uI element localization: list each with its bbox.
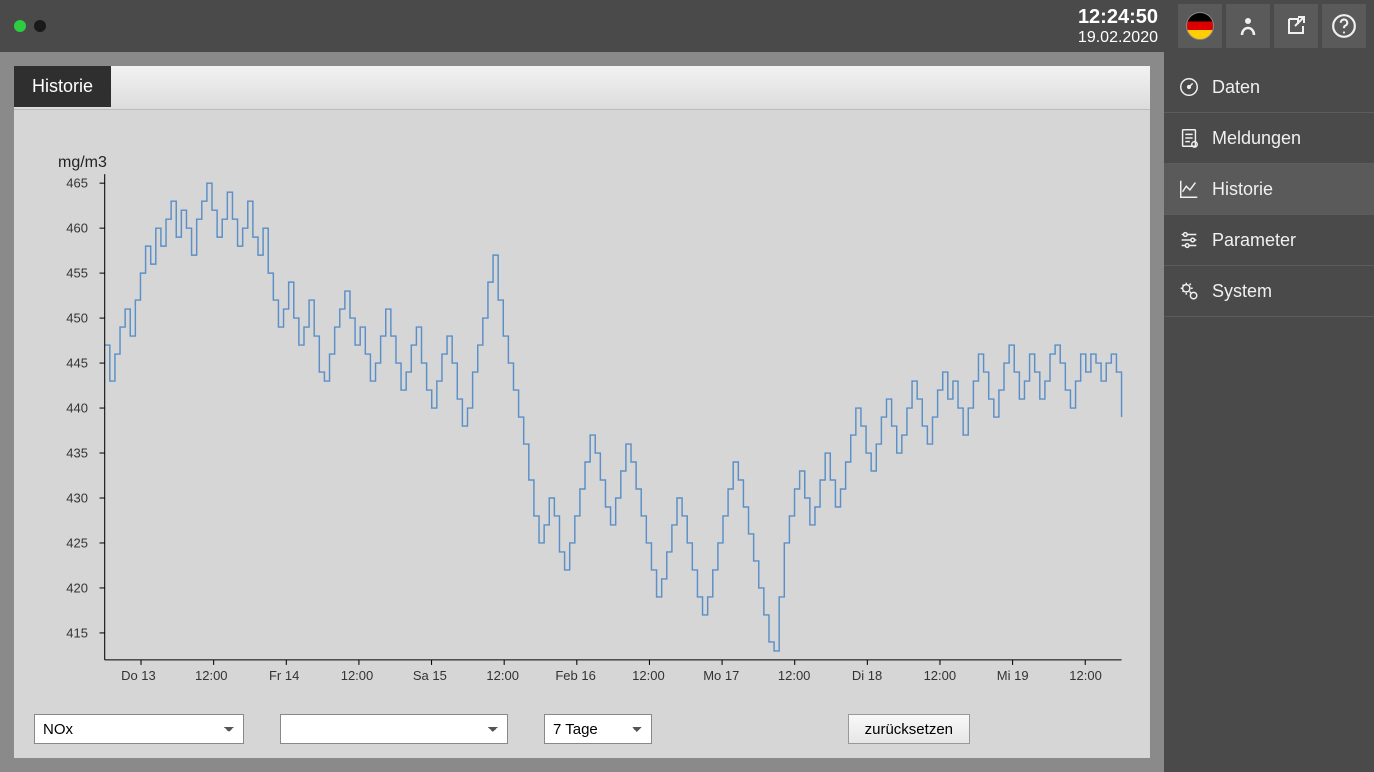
sidebar-item-parameter[interactable]: Parameter — [1164, 215, 1374, 266]
x-tick-label: 12:00 — [924, 668, 957, 683]
x-tick-label: 12:00 — [632, 668, 665, 683]
x-tick-label: 12:00 — [341, 668, 374, 683]
help-button[interactable] — [1322, 4, 1366, 48]
x-tick-label: Di 18 — [852, 668, 882, 683]
chart-area: mg/m3 415420425430435440445450455460465 … — [30, 126, 1134, 688]
export-icon — [1284, 14, 1308, 38]
clock-date: 19.02.2020 — [1078, 29, 1158, 47]
sidebar-item-label: Parameter — [1212, 230, 1296, 251]
clipboard-icon — [1178, 127, 1200, 149]
secondary-select[interactable] — [280, 714, 508, 744]
x-tick-label: Mo 17 — [703, 668, 739, 683]
main-area: Historie mg/m3 4154204254304354404454504… — [0, 52, 1164, 772]
top-icon-bar — [1178, 4, 1366, 48]
x-tick-label: Mi 19 — [997, 668, 1029, 683]
sidebar-item-label: Daten — [1212, 77, 1260, 98]
gears-icon — [1178, 280, 1200, 302]
x-tick-label: Do 13 — [121, 668, 156, 683]
window-dot-dark[interactable] — [34, 20, 46, 32]
x-axis-ticks: Do 13 12:00 Fr 14 12:00 Sa 15 12:00 Feb 16 12:0… — [102, 668, 1122, 688]
range-select[interactable]: 7 Tage — [544, 714, 652, 744]
gauge-icon — [1178, 76, 1200, 98]
x-tick-label: 12:00 — [1069, 668, 1102, 683]
x-tick-label: 12:00 — [778, 668, 811, 683]
user-button[interactable] — [1226, 4, 1270, 48]
x-tick-label: 12:00 — [195, 668, 228, 683]
sidebar-item-label: Historie — [1212, 179, 1273, 200]
sidebar-item-label: Meldungen — [1212, 128, 1301, 149]
reset-button[interactable]: zurücksetzen — [848, 714, 970, 744]
history-panel: Historie mg/m3 4154204254304354404454504… — [14, 66, 1150, 758]
x-tick-label: Fr 14 — [269, 668, 299, 683]
clock-time: 12:24:50 — [1078, 6, 1158, 29]
export-button[interactable] — [1274, 4, 1318, 48]
flag-germany-icon — [1186, 12, 1214, 40]
chart-line-icon — [1178, 178, 1200, 200]
chart-plot[interactable] — [30, 126, 1134, 688]
parameter-select[interactable]: NOx — [34, 714, 244, 744]
sidebar: Daten Meldungen Historie Parameter Syste… — [1164, 52, 1374, 772]
sidebar-item-label: System — [1212, 281, 1272, 302]
x-tick-label: Sa 15 — [413, 668, 447, 683]
sidebar-item-system[interactable]: System — [1164, 266, 1374, 317]
sidebar-item-meldungen[interactable]: Meldungen — [1164, 113, 1374, 164]
top-bar: 12:24:50 19.02.2020 — [0, 0, 1374, 52]
sidebar-item-daten[interactable]: Daten — [1164, 62, 1374, 113]
panel-header — [14, 66, 1150, 110]
user-icon — [1236, 14, 1260, 38]
window-dot-green[interactable] — [14, 20, 26, 32]
window-controls — [14, 20, 46, 32]
clock: 12:24:50 19.02.2020 — [1078, 6, 1166, 47]
x-tick-label: Feb 16 — [555, 668, 595, 683]
x-tick-label: 12:00 — [486, 668, 519, 683]
controls-bar: NOx 7 Tage zurücksetzen — [34, 714, 1130, 744]
language-button[interactable] — [1178, 4, 1222, 48]
sliders-icon — [1178, 229, 1200, 251]
sidebar-item-historie[interactable]: Historie — [1164, 164, 1374, 215]
tab-historie[interactable]: Historie — [14, 66, 111, 107]
help-icon — [1331, 13, 1357, 39]
